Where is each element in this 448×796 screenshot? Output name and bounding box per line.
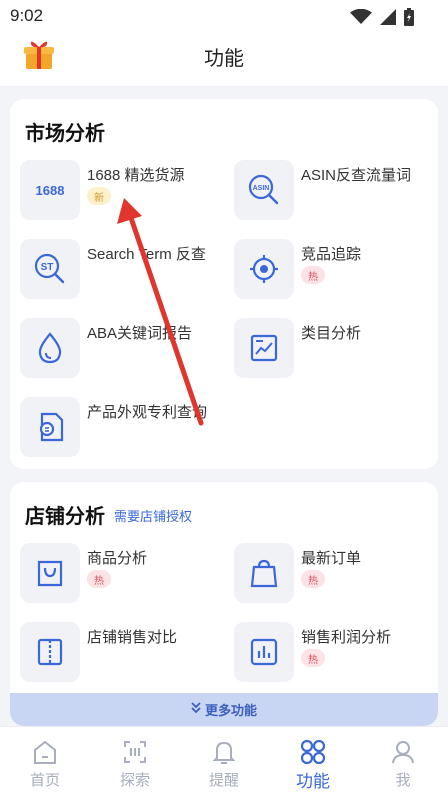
signal-icon [380, 9, 396, 30]
item-label: 最新订单 [301, 550, 362, 567]
item-label: Search Term 反查 [87, 246, 206, 263]
nav-explore[interactable]: 探索 [90, 727, 180, 796]
nav-label: 功能 [296, 772, 330, 791]
item-1688-sourcing[interactable]: 1688 1688 精选货源 新 [20, 160, 230, 230]
status-icons [350, 8, 414, 31]
item-patent-query[interactable]: 产品外观专利查询 [20, 397, 230, 467]
item-search-term[interactable]: ST Search Term 反查 [20, 239, 230, 309]
compare-icon [20, 622, 80, 682]
chevron-double-down-icon [191, 701, 201, 719]
item-category-analysis[interactable]: 类目分析 [234, 318, 444, 388]
document-search-icon [20, 397, 80, 457]
store-auth-link[interactable]: 需要店铺授权 [114, 506, 192, 525]
market-analysis-title: 市场分析 [25, 123, 105, 145]
item-label: 店铺销售对比 [87, 629, 178, 646]
item-asin-reverse[interactable]: ASIN ASIN反查流量词 [234, 160, 444, 230]
header: 功能 [0, 30, 448, 86]
user-icon [388, 737, 418, 767]
drop-icon [20, 318, 80, 378]
item-product-analysis[interactable]: 商品分析 热 [20, 543, 230, 613]
nav-home[interactable]: 首页 [0, 727, 90, 796]
hot-badge: 热 [87, 570, 111, 588]
item-store-sales-compare[interactable]: 店铺销售对比 [20, 622, 230, 692]
item-label: 类目分析 [301, 325, 362, 342]
nav-label: 首页 [29, 772, 60, 789]
chart-image-icon [234, 318, 294, 378]
item-label: 竞品追踪 [301, 246, 362, 263]
hot-badge: 热 [301, 649, 325, 667]
store-analysis-title: 店铺分析 [25, 506, 105, 528]
st-search-icon: ST [20, 239, 80, 299]
store-analysis-card: 店铺分析 需要店铺授权 商品分析 热 最新订单 热 店铺销售对比 销售利润分析 … [10, 482, 438, 726]
target-icon [234, 239, 294, 299]
item-latest-orders[interactable]: 最新订单 热 [234, 543, 438, 613]
home-icon [30, 737, 60, 767]
shopping-bag-icon [234, 543, 294, 603]
nav-label: 我 [395, 772, 411, 789]
scan-icon [120, 737, 150, 767]
nav-label: 提醒 [208, 772, 239, 789]
more-features-button[interactable]: 更多功能 [10, 693, 438, 726]
item-competitor-tracking[interactable]: 竞品追踪 热 [234, 239, 444, 309]
status-time: 9:02 [10, 6, 44, 25]
more-features-label: 更多功能 [204, 703, 257, 718]
market-analysis-card: 市场分析 1688 1688 精选货源 新 ASIN ASIN反查流量词 ST … [10, 99, 438, 469]
hot-badge: 热 [301, 570, 325, 588]
battery-icon [404, 8, 414, 31]
new-badge: 新 [87, 187, 111, 205]
bottom-nav: 首页 探索 提醒 功能 我 [0, 726, 448, 796]
page-title: 功能 [204, 48, 244, 70]
item-label: 1688 精选货源 [87, 167, 185, 184]
item-label: 产品外观专利查询 [87, 404, 208, 421]
hot-badge: 热 [301, 266, 325, 284]
item-label: ASIN反查流量词 [301, 167, 412, 184]
bell-icon [209, 737, 239, 767]
svg-text:ST: ST [41, 262, 54, 273]
nav-reminders[interactable]: 提醒 [179, 727, 269, 796]
item-label: 商品分析 [87, 550, 148, 567]
bag-icon [20, 543, 80, 603]
1688-icon: 1688 [20, 160, 80, 220]
nav-label: 探索 [119, 772, 150, 789]
nav-features[interactable]: 功能 [268, 727, 358, 796]
item-label: ABA关键词报告 [87, 325, 193, 342]
bar-chart-icon [234, 622, 294, 682]
asin-search-icon: ASIN [234, 160, 294, 220]
item-aba-keyword-report[interactable]: ABA关键词报告 [20, 318, 230, 388]
item-sales-profit-analysis[interactable]: 销售利润分析 热 [234, 622, 438, 692]
status-bar: 9:02 [0, 0, 448, 30]
wifi-icon [350, 8, 372, 30]
svg-text:ASIN: ASIN [253, 185, 270, 192]
nav-me[interactable]: 我 [358, 727, 448, 796]
item-label: 销售利润分析 [301, 629, 392, 646]
grid-icon [298, 737, 328, 767]
